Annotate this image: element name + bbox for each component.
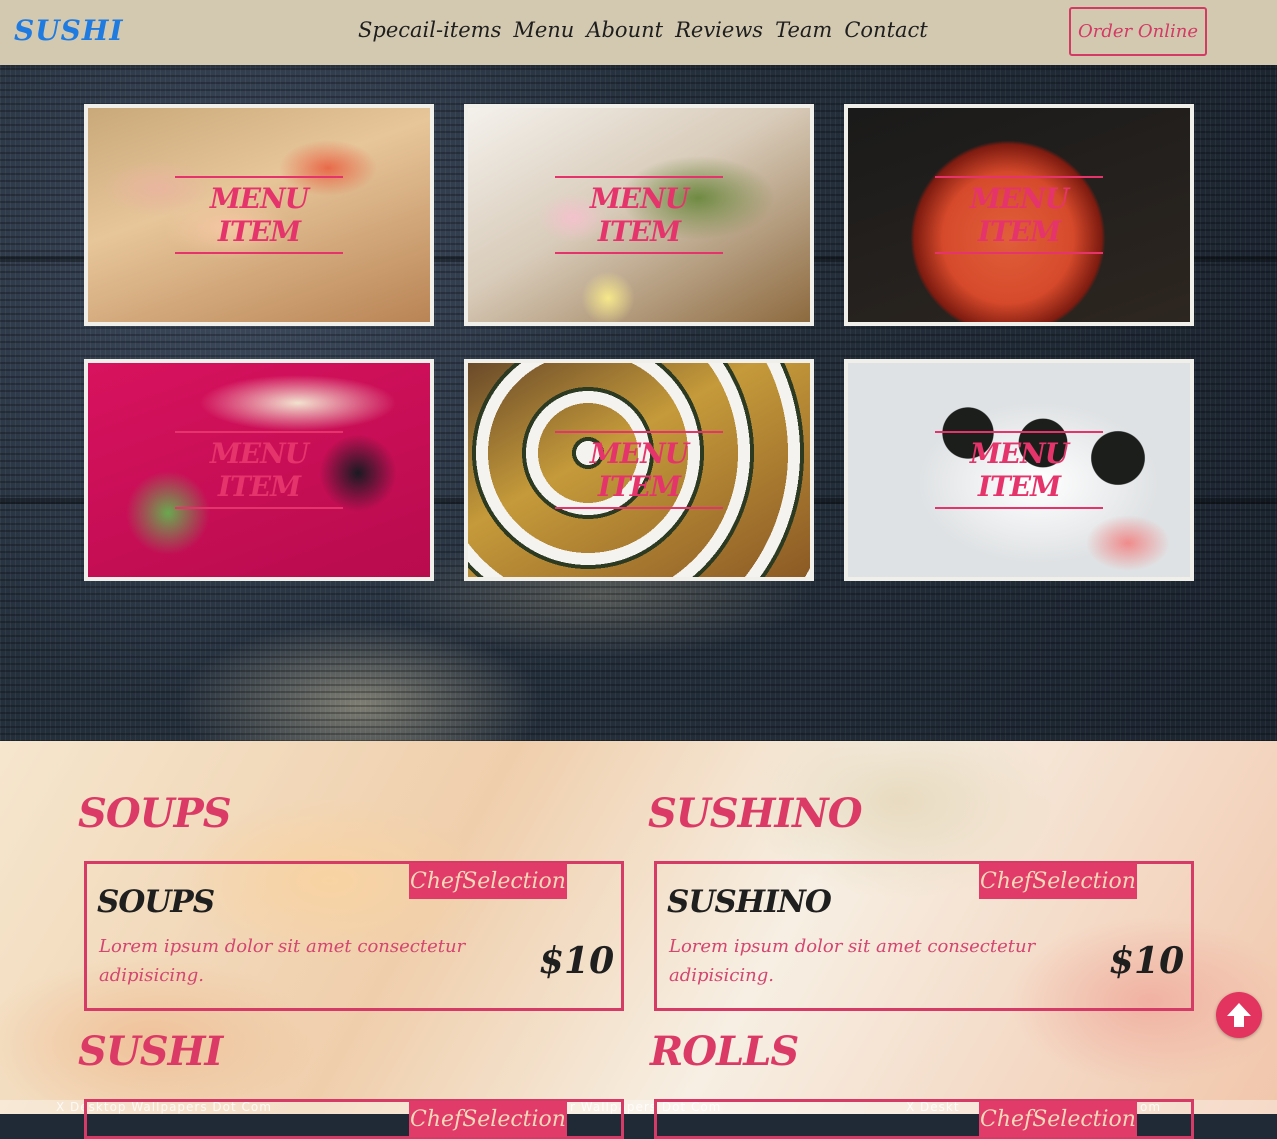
nav-link-special-items[interactable]: Specail-items <box>358 18 501 42</box>
nav-link-contact[interactable]: Contact <box>844 18 927 42</box>
scroll-top-button[interactable] <box>1216 992 1262 1038</box>
logo[interactable]: SUSHI <box>14 14 123 47</box>
chef-selection-badge: ChefSelection <box>409 1101 567 1137</box>
chef-selection-badge: ChefSelection <box>979 1101 1137 1137</box>
gallery-card[interactable]: MENU ITEM <box>844 104 1194 326</box>
gallery-card[interactable]: MENU ITEM <box>84 359 434 581</box>
nav-link-reviews[interactable]: Reviews <box>675 18 763 42</box>
gallery-caption: MENU ITEM <box>555 431 723 509</box>
menu-item-card[interactable]: ChefSelection SUSHINO Lorem ipsum dolor … <box>654 861 1194 1011</box>
gallery-card[interactable]: MENU ITEM <box>84 104 434 326</box>
gallery-caption: MENU ITEM <box>935 431 1103 509</box>
menu-item-card[interactable]: ChefSelection SOUPS Lorem ipsum dolor si… <box>84 861 624 1011</box>
arrow-up-icon <box>1227 1003 1251 1027</box>
gallery-caption: MENU ITEM <box>555 176 723 254</box>
item-price: $10 <box>539 940 615 982</box>
order-online-button[interactable]: Order Online <box>1069 7 1207 56</box>
nav-link-menu[interactable]: Menu <box>513 18 574 42</box>
sushi-photo: MENU ITEM <box>88 363 430 577</box>
sushi-photo: MENU ITEM <box>88 108 430 322</box>
sushi-photo: MENU ITEM <box>468 363 810 577</box>
sushi-photo: MENU ITEM <box>468 108 810 322</box>
nav-links: Specail-items Menu Abount Reviews Team C… <box>358 18 928 42</box>
gallery-caption: MENU ITEM <box>175 176 343 254</box>
nav-link-team[interactable]: Team <box>775 18 832 42</box>
sushi-photo: MENU ITEM <box>848 108 1190 322</box>
menu-item-card[interactable]: ChefSelection <box>654 1099 1194 1139</box>
item-name: SUSHINO <box>667 884 832 920</box>
item-price: $10 <box>1109 940 1185 982</box>
nav-link-about[interactable]: Abount <box>586 18 663 42</box>
chef-selection-badge: ChefSelection <box>409 863 567 899</box>
item-description: Lorem ipsum dolor sit amet consectetur a… <box>669 936 1036 986</box>
navbar: SUSHI Specail-items Menu Abount Reviews … <box>0 0 1277 65</box>
gallery-caption: MENU ITEM <box>935 176 1103 254</box>
category-title-sushi: SUSHI <box>78 1028 223 1075</box>
item-name: SOUPS <box>97 884 215 920</box>
category-title-soups: SOUPS <box>78 790 232 837</box>
gallery-card[interactable]: MENU ITEM <box>464 104 814 326</box>
gallery-card[interactable]: MENU ITEM <box>464 359 814 581</box>
gallery-caption: MENU ITEM <box>175 431 343 509</box>
category-title-rolls: ROLLS <box>650 1028 799 1075</box>
item-description: Lorem ipsum dolor sit amet consectetur a… <box>99 936 466 986</box>
menu-item-card[interactable]: ChefSelection <box>84 1099 624 1139</box>
gallery-card[interactable]: MENU ITEM <box>844 359 1194 581</box>
sushi-photo: MENU ITEM <box>848 363 1190 577</box>
category-title-sushino: SUSHINO <box>648 790 863 837</box>
chef-selection-badge: ChefSelection <box>979 863 1137 899</box>
